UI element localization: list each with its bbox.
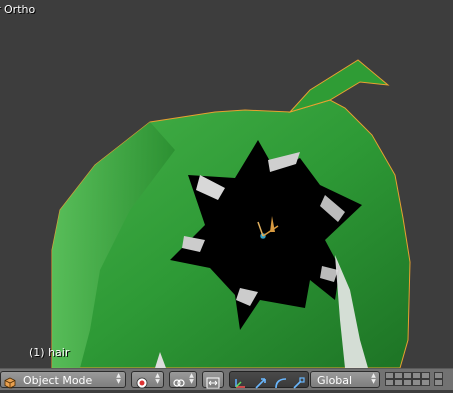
layer-button[interactable] [412, 379, 421, 386]
mode-label: Object Mode [23, 374, 93, 387]
pivot-point-icon [173, 374, 185, 393]
dropdown-arrows-icon: ▲ ▼ [155, 372, 160, 385]
hair-mesh[interactable] [0, 0, 453, 368]
layer-button[interactable] [394, 379, 403, 386]
viewport-shading-dropdown[interactable]: ▲ ▼ [131, 371, 164, 389]
scale-icon[interactable] [292, 374, 306, 393]
manipulator-group [229, 371, 309, 389]
translate-arrow-icon[interactable] [254, 374, 268, 393]
layer-button[interactable] [434, 379, 443, 386]
3d-viewport[interactable]: r Ortho (1) hair [0, 0, 453, 368]
view-name-label: r Ortho [0, 3, 36, 16]
snap-icon [206, 374, 220, 393]
layer-button[interactable] [421, 379, 430, 386]
layer-button[interactable] [394, 372, 403, 379]
rotate-arc-icon[interactable] [274, 374, 288, 393]
dropdown-arrows-icon: ▲ ▼ [189, 372, 194, 385]
layer-button[interactable] [403, 379, 412, 386]
transform-orientation-dropdown[interactable]: Global ▲ ▼ [310, 371, 380, 388]
viewport-header: Object Mode ▲ ▼ ▲ ▼ ▲ ▼ Global ▲ ▼ [0, 368, 453, 390]
object-mode-icon [4, 374, 16, 393]
snap-toggle[interactable] [202, 371, 224, 389]
layer-button[interactable] [412, 372, 421, 379]
sphere-shading-icon [136, 374, 148, 393]
dropdown-arrows-icon: ▲ ▼ [116, 372, 121, 385]
manipulator-icon[interactable] [233, 374, 247, 393]
pivot-point-dropdown[interactable]: ▲ ▼ [169, 371, 197, 388]
active-object-label: (1) hair [29, 346, 70, 359]
mode-dropdown[interactable]: Object Mode ▲ ▼ [0, 371, 126, 389]
layer-button[interactable] [403, 372, 412, 379]
layer-button[interactable] [421, 372, 430, 379]
layer-button[interactable] [385, 372, 394, 379]
dropdown-arrows-icon: ▲ ▼ [371, 372, 376, 385]
layers-grid-icon[interactable] [385, 369, 453, 391]
transform-orientation-label: Global [317, 374, 353, 387]
layer-button[interactable] [385, 379, 394, 386]
layer-button[interactable] [434, 372, 443, 379]
